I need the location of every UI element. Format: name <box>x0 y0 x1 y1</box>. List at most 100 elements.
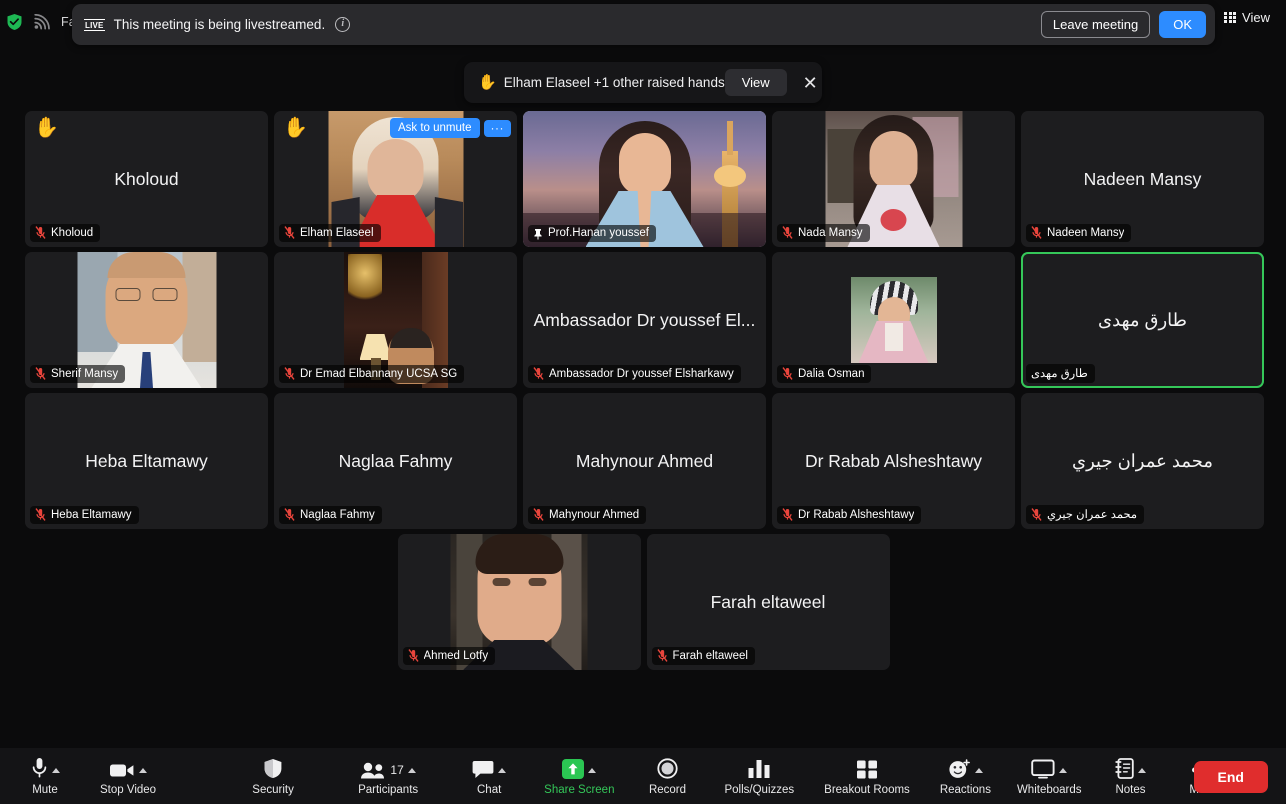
participant-tile-ambassador-dr-youssef-elsharkawy[interactable]: Ambassador Dr youssef El... Ambassador D… <box>523 252 766 388</box>
view-layout-button[interactable]: View <box>1216 6 1278 29</box>
broadcast-icon[interactable] <box>33 13 51 30</box>
live-badge: LIVE <box>84 18 105 31</box>
whiteboards-icon-row <box>1031 757 1068 779</box>
grid-row: Ahmed Lotfy Farah eltaweel Farah eltawee… <box>25 534 1262 670</box>
participants-icon <box>361 762 385 778</box>
raised-hands-message: Elham Elaseel +1 other raised hands <box>503 75 725 90</box>
video-options-chevron-icon[interactable] <box>139 767 148 773</box>
breakout-rooms-label: Breakout Rooms <box>824 783 910 796</box>
breakout-rooms-button[interactable]: Breakout Rooms <box>824 752 910 800</box>
record-icon <box>657 757 678 779</box>
tile-hover-controls: Ask to unmute ··· <box>389 118 511 138</box>
participant-name-text: Mahynour Ahmed <box>549 508 640 521</box>
mic-muted-icon <box>1031 226 1042 239</box>
notes-options-chevron-icon[interactable] <box>1138 767 1147 773</box>
participant-tile-tarek-mahdy[interactable]: طارق مهدى طارق مهدى <box>1021 252 1264 388</box>
participant-name-label: Ahmed Lotfy <box>402 647 496 665</box>
participant-tile-dr-rabab-alsheshtawy[interactable]: Dr Rabab Alsheshtawy Dr Rabab Alsheshtaw… <box>772 393 1015 529</box>
livestream-banner-actions: Leave meeting OK <box>1040 11 1206 38</box>
participant-name-text: Dalia Osman <box>798 367 865 380</box>
record-button[interactable]: Record <box>644 752 690 800</box>
view-raised-hands-button[interactable]: View <box>724 69 787 96</box>
shield-check-icon[interactable] <box>6 13 23 31</box>
participants-options-chevron-icon[interactable] <box>407 767 416 773</box>
participant-name-label: محمد عمران جيري <box>1026 505 1145 524</box>
participant-tile-ahmed-lotfy[interactable]: Ahmed Lotfy <box>397 534 641 670</box>
participant-tile-nadeen-mansy[interactable]: Nadeen Mansy Nadeen Mansy <box>1021 111 1264 247</box>
mic-muted-icon <box>284 367 295 380</box>
mute-options-chevron-icon[interactable] <box>51 767 60 773</box>
breakout-icon-row <box>856 757 878 779</box>
participant-tile-heba-eltamawy[interactable]: Heba Eltamawy Heba Eltamawy <box>25 393 268 529</box>
grid-row: Heba Eltamawy Heba Eltamawy Naglaa Fahmy… <box>25 393 1264 529</box>
notes-label: Notes <box>1115 783 1146 796</box>
polls-quizzes-button[interactable]: Polls/Quizzes <box>724 752 794 800</box>
more-options-icon[interactable]: ··· <box>483 119 511 137</box>
ask-to-unmute-button[interactable]: Ask to unmute <box>389 118 480 138</box>
grid-row: ✋ Kholoud Kholoud ✋ Ask to unmute ··· El… <box>25 111 1264 247</box>
ok-button[interactable]: OK <box>1159 11 1206 38</box>
raised-hands-toast: ✋ Elham Elaseel +1 other raised hands Vi… <box>464 62 822 103</box>
mic-muted-icon <box>35 226 46 239</box>
stop-video-label: Stop Video <box>100 783 157 796</box>
participants-button[interactable]: 17 Participants <box>358 752 418 800</box>
info-icon[interactable]: i <box>335 17 351 32</box>
whiteboard-icon <box>1031 759 1055 778</box>
mic-muted-icon <box>1031 507 1042 521</box>
participant-tile-mohamed-omran-giri[interactable]: محمد عمران جيري محمد عمران جيري <box>1021 393 1264 529</box>
stop-video-button[interactable]: Stop Video <box>100 752 156 800</box>
participant-name-label: Heba Eltamawy <box>30 506 139 524</box>
participant-name-label: Nada Mansy <box>777 224 870 242</box>
record-icon-row <box>657 757 678 779</box>
mic-muted-icon <box>533 367 544 380</box>
view-button-label: View <box>1242 10 1270 25</box>
participant-name-text: Nada Mansy <box>798 226 863 239</box>
top-bar-right-controls: View <box>1216 6 1278 29</box>
participant-name-label: Prof.Hanan youssef <box>528 225 657 242</box>
participant-tile-nada-mansy[interactable]: Nada Mansy <box>772 111 1015 247</box>
whiteboards-button[interactable]: Whiteboards <box>1017 752 1082 800</box>
grid-row: Sherif Mansy Dr Emad Elbannany UCSA SG A… <box>25 252 1264 388</box>
leave-meeting-button[interactable]: Leave meeting <box>1040 11 1151 38</box>
participant-tile-farah-eltaweel[interactable]: Farah eltaweel Farah eltaweel <box>646 534 890 670</box>
share-screen-button[interactable]: Share Screen <box>544 752 614 800</box>
participant-name-label: Dr Rabab Alsheshtawy <box>777 506 922 524</box>
microphone-icon <box>32 757 46 777</box>
participant-tile-naglaa-fahmy[interactable]: Naglaa Fahmy Naglaa Fahmy <box>274 393 517 529</box>
participant-name-text: Elham Elaseel <box>300 226 374 239</box>
chat-options-chevron-icon[interactable] <box>498 767 507 773</box>
reactions-label: Reactions <box>939 783 991 796</box>
grid-view-icon <box>1224 11 1237 24</box>
participant-tile-mahynour-ahmed[interactable]: Mahynour Ahmed Mahynour Ahmed <box>523 393 766 529</box>
mute-button[interactable]: Mute <box>22 752 68 800</box>
participant-tile-dalia-osman[interactable]: Dalia Osman <box>772 252 1015 388</box>
participant-name-text: Ahmed Lotfy <box>423 649 489 662</box>
participant-tile-elham-elaseel[interactable]: ✋ Ask to unmute ··· Elham Elaseel <box>274 111 517 247</box>
reactions-button[interactable]: Reactions <box>940 752 991 800</box>
security-button[interactable]: Security <box>250 752 296 800</box>
participant-name-text: Sherif Mansy <box>51 367 119 380</box>
participant-name-label: Nadeen Mansy <box>1026 224 1132 242</box>
reactions-icon-row <box>948 757 983 779</box>
mic-muted-icon <box>35 508 46 521</box>
participant-tile-prof-hanan-youssef[interactable]: Prof.Hanan youssef <box>523 111 766 247</box>
participant-name-label: Ambassador Dr youssef Elsharkawy <box>528 365 741 383</box>
participant-name-text: Farah eltaweel <box>672 649 748 662</box>
participant-tile-kholoud[interactable]: ✋ Kholoud Kholoud <box>25 111 268 247</box>
notes-button[interactable]: Notes <box>1108 752 1154 800</box>
participant-name-text: Ambassador Dr youssef Elsharkawy <box>549 367 734 380</box>
whiteboards-options-chevron-icon[interactable] <box>1059 767 1068 773</box>
participant-tile-dr-emad-elbannany[interactable]: Dr Emad Elbannany UCSA SG <box>274 252 517 388</box>
participant-name-label: Mahynour Ahmed <box>528 506 647 524</box>
participant-tile-sherif-mansy[interactable]: Sherif Mansy <box>25 252 268 388</box>
mic-muted-icon <box>35 367 46 380</box>
end-meeting-button[interactable]: End <box>1193 761 1268 793</box>
share-screen-options-chevron-icon[interactable] <box>588 767 597 773</box>
close-icon[interactable]: ✕ <box>801 74 820 92</box>
zoom-meeting-window: Fa View LIVE This meeting is being lives… <box>0 0 1286 804</box>
chat-button[interactable]: Chat <box>466 752 512 800</box>
livestream-message: This meeting is being livestreamed. <box>113 17 326 32</box>
polls-icon-row <box>747 757 771 779</box>
reactions-options-chevron-icon[interactable] <box>974 767 983 773</box>
mic-muted-icon <box>782 367 793 380</box>
